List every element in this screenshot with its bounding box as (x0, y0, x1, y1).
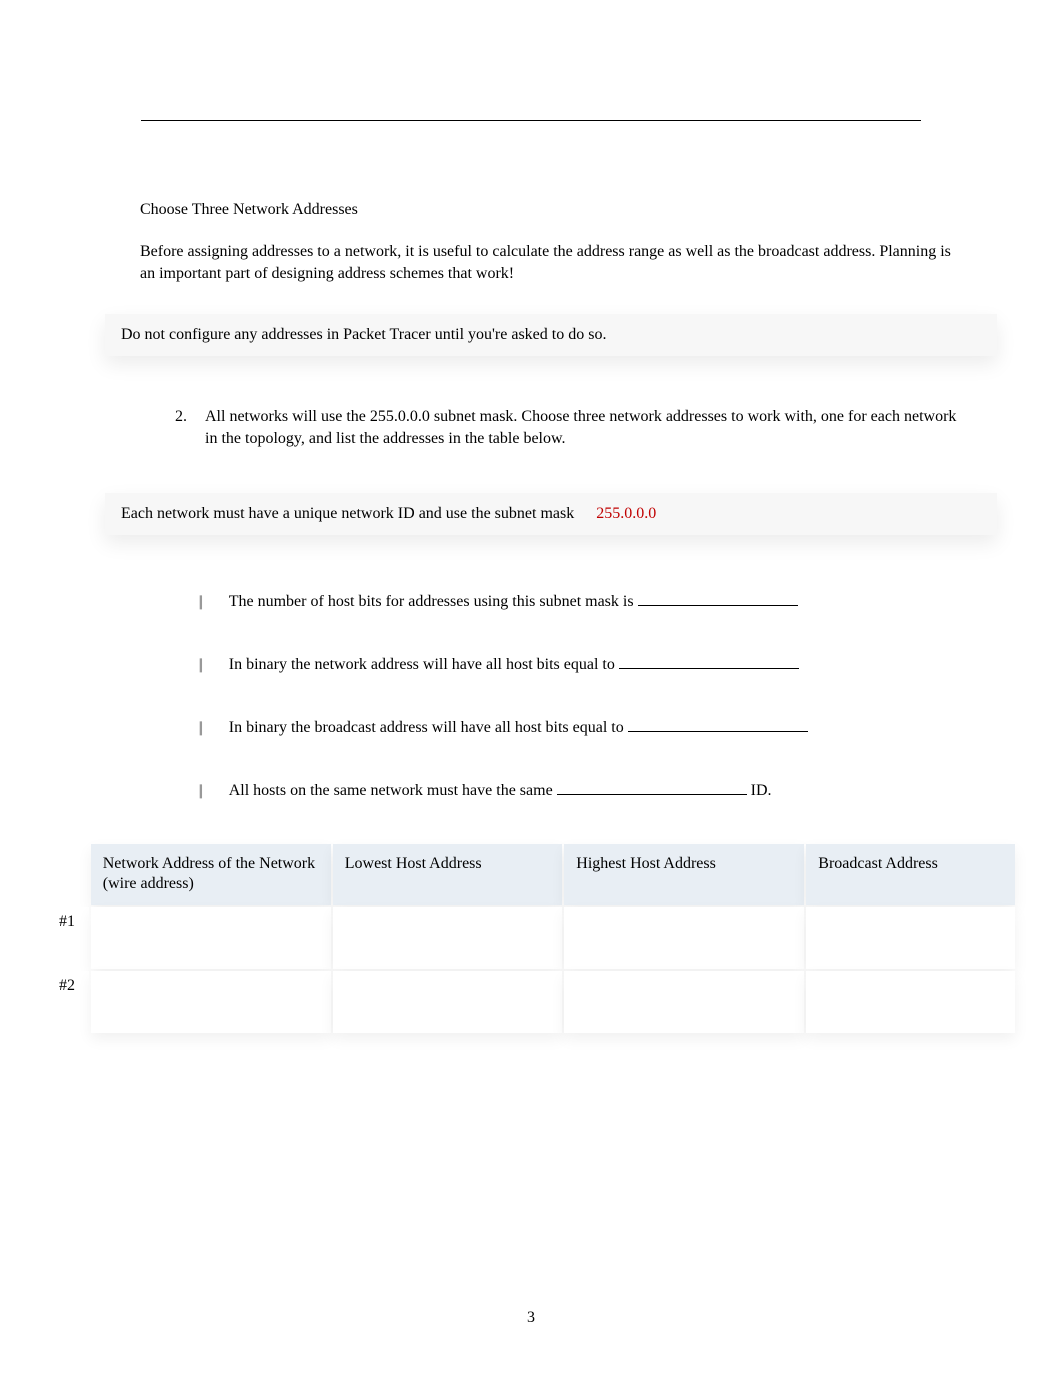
bullet-1-text: The number of host bits for addresses us… (229, 590, 798, 611)
cell-high-1[interactable] (564, 907, 804, 969)
blank-field[interactable] (557, 779, 747, 795)
subnet-mask-value: 255.0.0.0 (596, 505, 656, 522)
cell-bcast-1[interactable] (806, 907, 1015, 969)
bullet-4-suffix: ID. (747, 782, 772, 799)
section-title: Choose Three Network Addresses (140, 201, 1017, 219)
bullet-item-4: ❙ All hosts on the same network must hav… (195, 779, 967, 800)
col-header-broadcast: Broadcast Address (806, 844, 1015, 906)
note-box-2: Each network must have a unique network … (105, 493, 997, 535)
bullet-icon: ❙ (195, 719, 207, 736)
bullet-icon: ❙ (195, 656, 207, 673)
list-item-2: 2. All networks will use the 255.0.0.0 s… (175, 406, 967, 451)
bullet-4-prefix: All hosts on the same network must have … (229, 782, 557, 799)
cell-low-2[interactable] (333, 971, 563, 1033)
bullet-item-2: ❙ In binary the network address will hav… (195, 653, 967, 674)
table-row: #1 (47, 907, 1015, 969)
row-label-1: #1 (47, 907, 89, 969)
col-header-lowest: Lowest Host Address (333, 844, 563, 906)
bullet-4-text: All hosts on the same network must have … (229, 779, 772, 800)
bullet-2-text: In binary the network address will have … (229, 653, 799, 674)
bullet-3-text: In binary the broadcast address will hav… (229, 716, 808, 737)
blank-field[interactable] (628, 716, 808, 732)
cell-high-2[interactable] (564, 971, 804, 1033)
col-header-network: Network Address of the Network (wire add… (91, 844, 331, 906)
page-number: 3 (0, 1309, 1062, 1327)
table-row: #2 (47, 971, 1015, 1033)
bullet-icon: ❙ (195, 782, 207, 799)
blank-field[interactable] (638, 590, 798, 606)
row-label-2: #2 (47, 971, 89, 1033)
intro-paragraph: Before assigning addresses to a network,… (140, 241, 967, 286)
bullet-2-label: In binary the network address will have … (229, 656, 619, 673)
blank-field[interactable] (619, 653, 799, 669)
horizontal-rule (141, 120, 921, 121)
cell-bcast-2[interactable] (806, 971, 1015, 1033)
bullet-item-1: ❙ The number of host bits for addresses … (195, 590, 967, 611)
table-corner (47, 844, 89, 906)
cell-net-1[interactable] (91, 907, 331, 969)
bullet-list: ❙ The number of host bits for addresses … (195, 590, 967, 800)
bullet-icon: ❙ (195, 593, 207, 610)
col-header-highest: Highest Host Address (564, 844, 804, 906)
note-box-1: Do not configure any addresses in Packet… (105, 314, 997, 356)
bullet-3-label: In binary the broadcast address will hav… (229, 719, 628, 736)
item-2-text: All networks will use the 255.0.0.0 subn… (205, 406, 967, 451)
bullet-item-3: ❙ In binary the broadcast address will h… (195, 716, 967, 737)
note-1-text: Do not configure any addresses in Packet… (121, 326, 606, 343)
cell-net-2[interactable] (91, 971, 331, 1033)
bullet-1-label: The number of host bits for addresses us… (229, 593, 638, 610)
note-2-prefix: Each network must have a unique network … (121, 505, 574, 522)
cell-low-1[interactable] (333, 907, 563, 969)
address-table: Network Address of the Network (wire add… (45, 842, 1017, 1036)
item-number: 2. (175, 406, 187, 451)
